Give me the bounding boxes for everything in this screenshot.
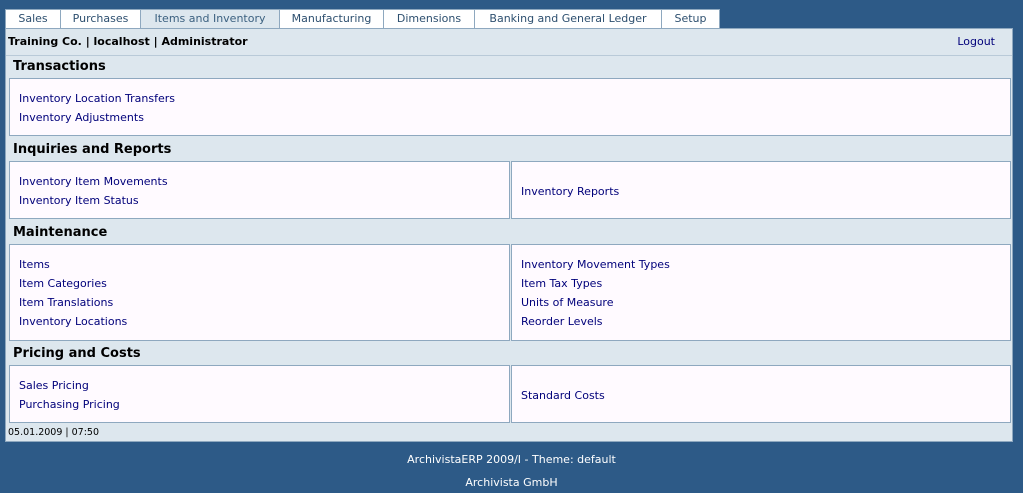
link-item-translations[interactable]: Item Translations: [19, 296, 113, 309]
tab-banking-and-general-ledger[interactable]: Banking and General Ledger: [474, 9, 662, 28]
link-reorder-levels[interactable]: Reorder Levels: [521, 315, 603, 328]
link-purchasing-pricing[interactable]: Purchasing Pricing: [19, 398, 120, 411]
company-credit: Archivista GmbH: [465, 476, 558, 489]
section-title-inquiries: Inquiries and Reports: [13, 142, 172, 157]
inquiries-right-box: Inventory Reports: [511, 161, 1011, 219]
section-title-maintenance: Maintenance: [13, 225, 108, 240]
logout-link[interactable]: Logout: [957, 35, 995, 48]
link-inventory-movement-types[interactable]: Inventory Movement Types: [521, 258, 670, 271]
section-title-transactions: Transactions: [13, 59, 106, 74]
section-title-pricing: Pricing and Costs: [13, 346, 141, 361]
link-inventory-locations[interactable]: Inventory Locations: [19, 315, 127, 328]
tab-setup[interactable]: Setup: [661, 9, 720, 28]
link-inventory-item-movements[interactable]: Inventory Item Movements: [19, 175, 168, 188]
link-item-categories[interactable]: Item Categories: [19, 277, 107, 290]
link-inventory-location-transfers[interactable]: Inventory Location Transfers: [19, 92, 175, 105]
tab-dimensions[interactable]: Dimensions: [383, 9, 475, 28]
company-info: Training Co. | localhost | Administrator: [8, 35, 248, 48]
version-info: ArchivistaERP 2009/I - Theme: default: [407, 453, 616, 466]
link-inventory-reports[interactable]: Inventory Reports: [521, 185, 619, 198]
header-bar: Training Co. | localhost | Administrator…: [6, 29, 1012, 56]
link-inventory-adjustments[interactable]: Inventory Adjustments: [19, 111, 144, 124]
link-units-of-measure[interactable]: Units of Measure: [521, 296, 613, 309]
transactions-box: Inventory Location Transfers Inventory A…: [9, 78, 1011, 136]
link-items[interactable]: Items: [19, 258, 50, 271]
link-sales-pricing[interactable]: Sales Pricing: [19, 379, 89, 392]
tab-sales[interactable]: Sales: [5, 9, 61, 28]
main-panel: Training Co. | localhost | Administrator…: [5, 28, 1013, 442]
inquiries-left-box: Inventory Item Movements Inventory Item …: [9, 161, 510, 219]
maintenance-right-box: Inventory Movement Types Item Tax Types …: [511, 244, 1011, 341]
date-time: 05.01.2009 | 07:50: [8, 427, 100, 438]
pricing-right-box: Standard Costs: [511, 365, 1011, 423]
tab-items-and-inventory[interactable]: Items and Inventory: [140, 9, 280, 29]
link-item-tax-types[interactable]: Item Tax Types: [521, 277, 602, 290]
pricing-left-box: Sales Pricing Purchasing Pricing: [9, 365, 510, 423]
tab-purchases[interactable]: Purchases: [60, 9, 141, 28]
link-inventory-item-status[interactable]: Inventory Item Status: [19, 194, 139, 207]
tab-manufacturing[interactable]: Manufacturing: [279, 9, 384, 28]
maintenance-left-box: Items Item Categories Item Translations …: [9, 244, 510, 341]
link-standard-costs[interactable]: Standard Costs: [521, 389, 605, 402]
